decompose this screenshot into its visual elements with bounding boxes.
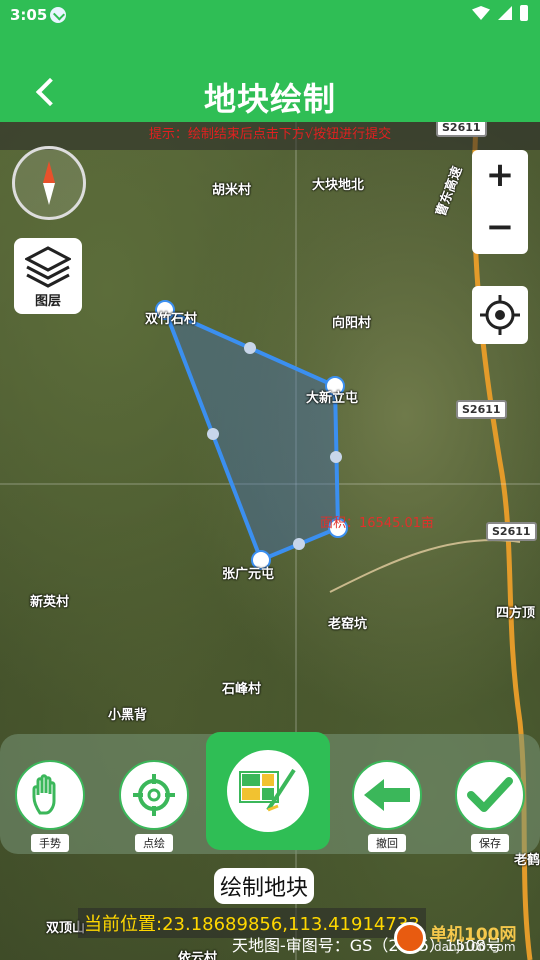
map-view[interactable]: 提示：绘制结束后点击下方√按钮进行提交 胡米村 大块地北 双竹石村 向阳村 大新… <box>0 122 540 960</box>
undo-tool[interactable]: 撤回 <box>352 760 422 852</box>
map-place-label: 石峰村 <box>222 682 262 697</box>
watermark-logo: 单机100网 danji100.com <box>394 920 540 960</box>
compass-needle-north <box>43 161 55 183</box>
map-place-label: 大块地北 <box>312 178 365 193</box>
zoom-out-button[interactable]: − <box>472 202 528 254</box>
map-place-label: 老窑坑 <box>328 617 368 632</box>
zoom-controls: + − <box>472 150 528 254</box>
check-icon <box>455 760 525 830</box>
locate-button[interactable] <box>472 286 528 344</box>
map-place-label: 依云村 <box>178 951 218 960</box>
wifi-icon <box>472 6 490 20</box>
map-place-label: 新英村 <box>30 595 70 610</box>
gesture-tool[interactable]: 手势 <box>15 760 85 852</box>
road-badge: S2611 <box>436 122 487 137</box>
watermark-domain: danji100.com <box>434 940 516 954</box>
midpoint-handle[interactable] <box>293 538 305 550</box>
road-badge: S2611 <box>456 400 507 419</box>
draw-plot-button[interactable] <box>206 732 330 850</box>
compass-icon[interactable] <box>12 146 86 220</box>
midpoint-handle[interactable] <box>330 451 342 463</box>
area-label: 面积：16545.01亩 <box>320 516 435 531</box>
map-place-label: 小黑背 <box>108 708 148 723</box>
save-tool[interactable]: 保存 <box>455 760 525 852</box>
draw-plot-icon <box>227 750 309 832</box>
layer-button-label: 图层 <box>34 294 61 309</box>
midpoint-handle[interactable] <box>207 428 219 440</box>
battery-icon <box>520 5 528 21</box>
undo-tool-label: 撤回 <box>368 834 406 852</box>
map-place-label: 胡米村 <box>212 183 252 198</box>
compass-needle-south <box>43 183 55 205</box>
midpoint-handle[interactable] <box>244 342 256 354</box>
watermark-icon <box>394 922 426 954</box>
provincial-road <box>329 539 521 593</box>
system-icons <box>472 5 528 21</box>
status-bar: 3:05 <box>0 0 540 30</box>
layer-button[interactable]: 图层 <box>14 238 82 314</box>
map-place-label: 双竹石村 <box>145 312 198 327</box>
point-draw-tool[interactable]: 点绘 <box>119 760 189 852</box>
signal-icon <box>498 6 512 20</box>
layers-icon <box>23 246 73 288</box>
point-draw-tool-label: 点绘 <box>135 834 173 852</box>
target-icon <box>119 760 189 830</box>
map-place-label: 向阳村 <box>332 316 372 331</box>
crosshair-icon <box>480 295 520 335</box>
hand-icon <box>15 760 85 830</box>
save-tool-label: 保存 <box>471 834 509 852</box>
road-badge: S2611 <box>486 522 537 541</box>
map-place-label: 四方顶 <box>496 606 536 621</box>
download-icon <box>50 7 66 23</box>
zoom-in-button[interactable]: + <box>472 150 528 202</box>
map-place-label: 张广元屯 <box>222 567 275 582</box>
arrow-left-icon <box>352 760 422 830</box>
status-time: 3:05 <box>10 6 48 24</box>
gesture-tool-label: 手势 <box>31 834 69 852</box>
app-header: 地块绘制 <box>0 30 540 122</box>
map-place-label: 大新立屯 <box>306 391 359 406</box>
draw-plot-label: 绘制地块 <box>214 868 315 904</box>
page-title: 地块绘制 <box>203 80 336 118</box>
